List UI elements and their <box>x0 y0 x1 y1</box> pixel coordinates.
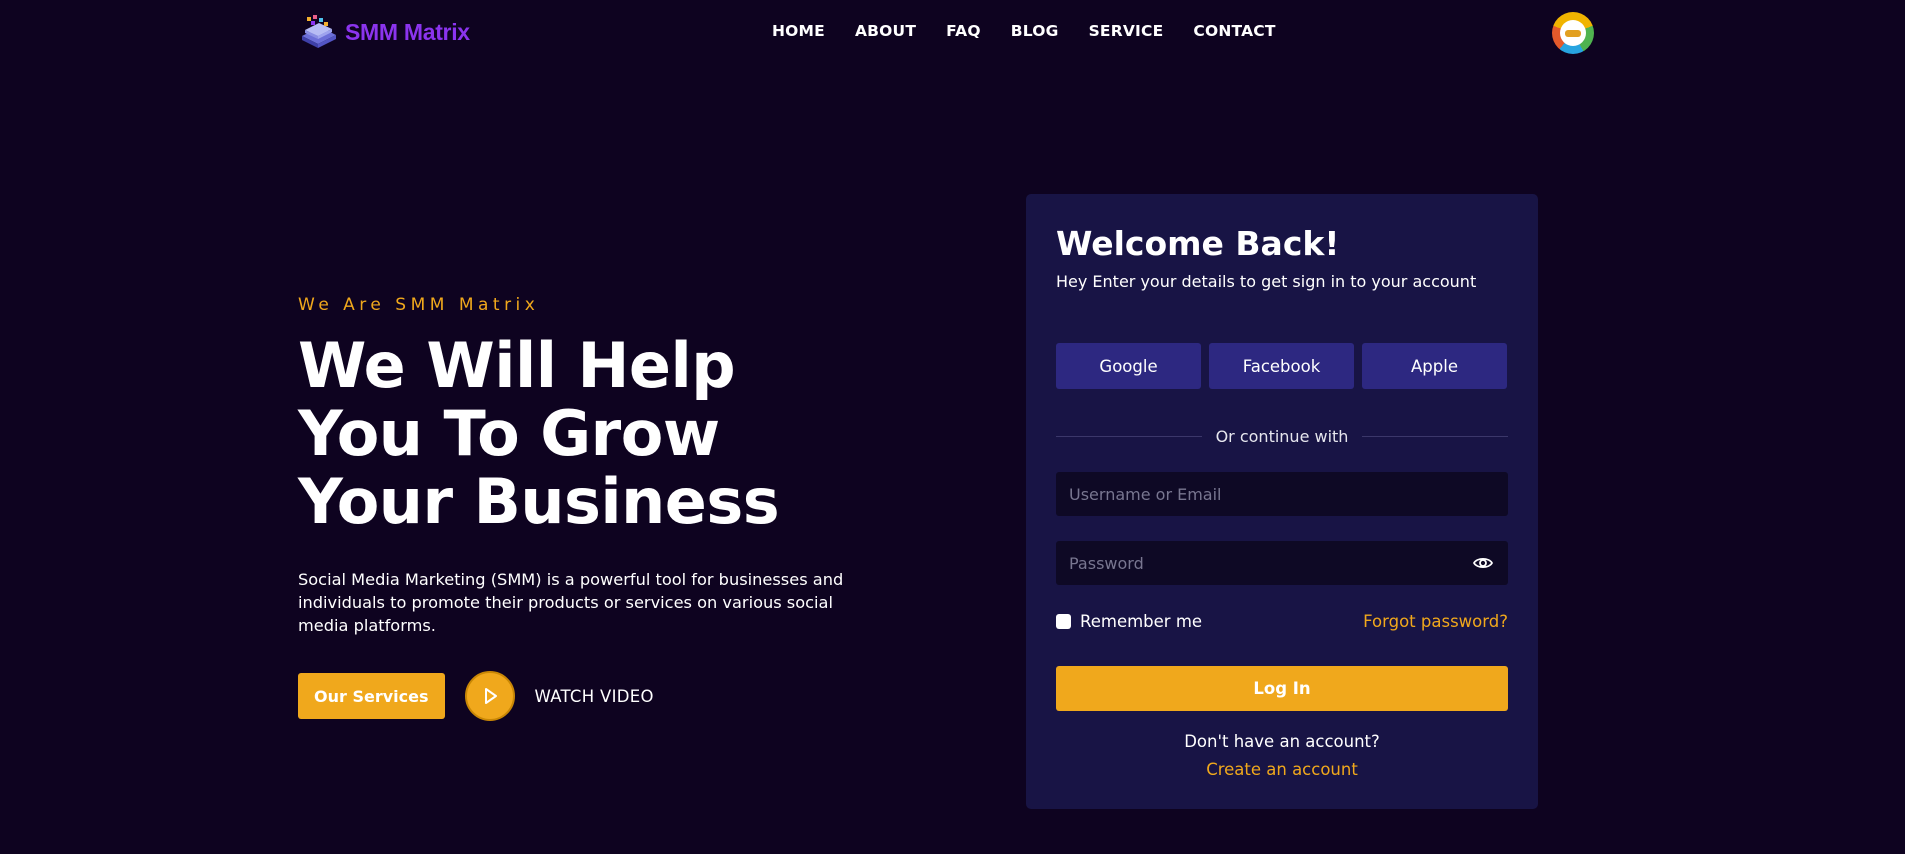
main-nav: HOME ABOUT FAQ BLOG SERVICE CONTACT <box>772 22 1276 40</box>
isometric-cube-stack-icon <box>302 15 336 48</box>
apple-login-button[interactable]: Apple <box>1362 343 1507 389</box>
hero-actions: Our Services WATCH VIDEO <box>298 671 898 721</box>
site-header: SMM Matrix HOME ABOUT FAQ BLOG SERVICE C… <box>0 0 1905 66</box>
divider-line-left <box>1056 436 1202 437</box>
divider-line-right <box>1362 436 1509 437</box>
play-video-button[interactable] <box>464 671 515 721</box>
remember-checkbox[interactable] <box>1056 614 1071 629</box>
brand-name: SMM Matrix <box>345 18 470 45</box>
login-card: Welcome Back! Hey Enter your details to … <box>1026 194 1538 809</box>
nav-home[interactable]: HOME <box>772 22 825 40</box>
divider-text: Or continue with <box>1215 427 1349 446</box>
forgot-password-link[interactable]: Forgot password? <box>1363 612 1508 631</box>
or-divider: Or continue with <box>1056 427 1509 446</box>
user-avatar-icon[interactable] <box>1552 12 1594 54</box>
hero-section: We Are SMM Matrix We Will Help You To Gr… <box>298 295 898 721</box>
watch-video-label[interactable]: WATCH VIDEO <box>535 687 654 706</box>
avatar-center <box>1560 20 1586 46</box>
create-account-link[interactable]: Create an account <box>1026 760 1538 779</box>
remember-me[interactable]: Remember me <box>1056 612 1202 631</box>
nav-faq[interactable]: FAQ <box>946 22 981 40</box>
remember-label: Remember me <box>1080 612 1203 631</box>
facebook-login-button[interactable]: Facebook <box>1209 343 1354 389</box>
play-icon <box>484 688 497 704</box>
no-account-text: Don't have an account? <box>1184 732 1380 751</box>
our-services-button[interactable]: Our Services <box>298 673 445 719</box>
username-input[interactable] <box>1056 472 1508 516</box>
nav-service[interactable]: SERVICE <box>1089 22 1164 40</box>
hero-eyebrow: We Are SMM Matrix <box>298 295 540 315</box>
brand-logo[interactable]: SMM Matrix <box>298 12 470 52</box>
login-title: Welcome Back! <box>1056 224 1340 263</box>
nav-about[interactable]: ABOUT <box>855 22 916 40</box>
login-subtitle: Hey Enter your details to get sign in to… <box>1056 272 1477 291</box>
hero-headline: We Will Help You To Grow Your Business <box>298 329 780 538</box>
login-button[interactable]: Log In <box>1056 666 1508 711</box>
social-login-group: Google Facebook Apple <box>1056 343 1507 389</box>
nav-contact[interactable]: CONTACT <box>1193 22 1275 40</box>
password-input[interactable] <box>1056 541 1508 585</box>
google-login-button[interactable]: Google <box>1056 343 1201 389</box>
hero-description: Social Media Marketing (SMM) is a powerf… <box>298 570 844 635</box>
nav-blog[interactable]: BLOG <box>1011 22 1059 40</box>
eye-icon[interactable] <box>1473 554 1493 572</box>
